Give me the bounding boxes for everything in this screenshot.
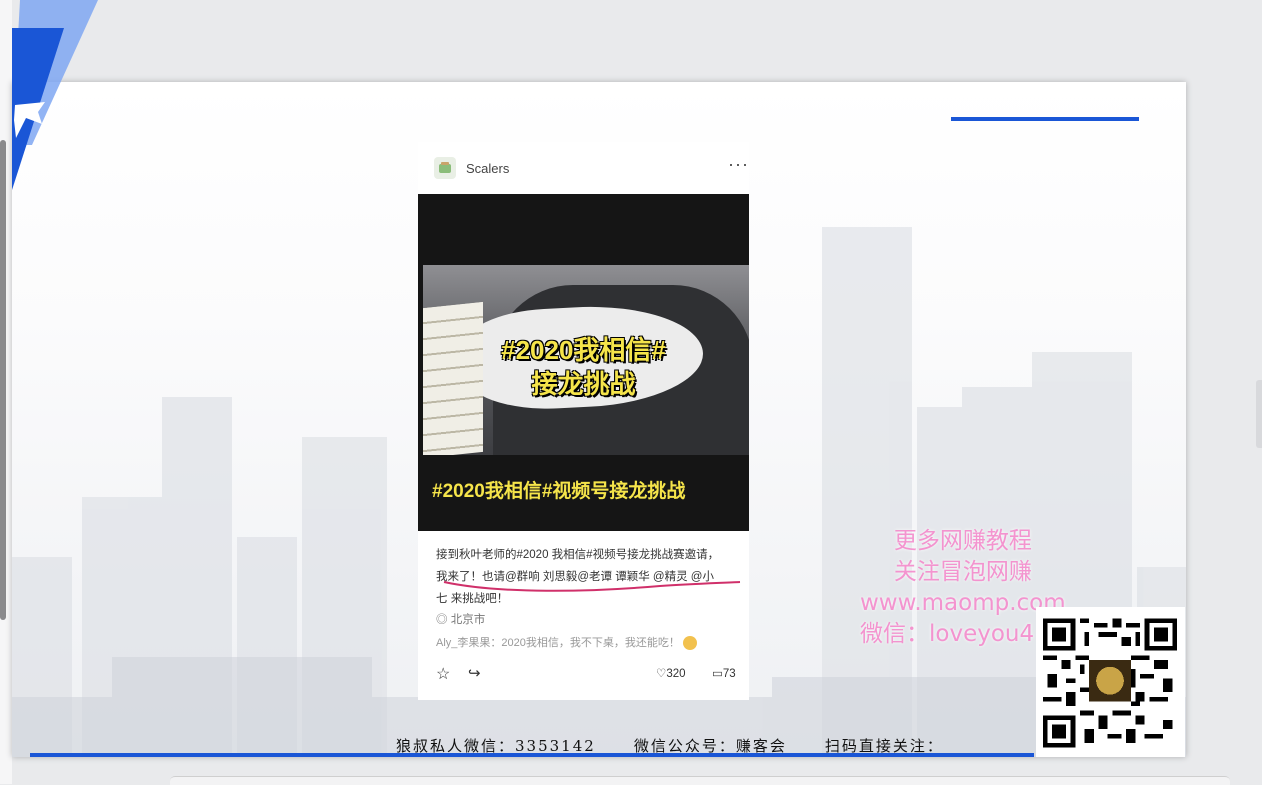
post-actions: ☆ ↪ ♡320 ▭73 [436, 664, 746, 684]
watermark-line: 关注冒泡网赚 [893, 559, 1032, 585]
top-comment[interactable]: Aly_李果果：2020我相信，我不下桌，我还能吃！ [436, 634, 697, 651]
favorite-star-icon[interactable]: ☆ [436, 664, 450, 684]
red-underline-annotation [443, 581, 741, 592]
description-line: 接到秋叶老师的#2020 我相信#视频号接龙挑战赛邀请， [436, 549, 720, 561]
phone-screenshot: Scalers ··· #2020我相信# 接龙挑战 #2020我相信#视频号接… [418, 142, 749, 700]
comment-text: Aly_李果果：2020我相信，我不下桌，我还能吃！ [436, 637, 680, 649]
video-title-line1: #2020我相信# [501, 335, 666, 365]
slide-corner-decoration [12, 0, 98, 190]
watermark-text: 更多网赚教程 关注冒泡网赚 www.maomp.com 微信：loveyou4 [860, 526, 1066, 650]
right-panel-handle[interactable] [1256, 380, 1262, 448]
watermark-line: 更多网赚教程 [893, 528, 1032, 554]
watermark-url: www.maomp.com [860, 590, 1066, 616]
like-button[interactable]: ♡320 [656, 666, 686, 680]
location[interactable]: ◎ 北京市 [436, 611, 485, 627]
like-count: 320 [666, 668, 686, 680]
more-options-icon[interactable]: ··· [728, 154, 749, 175]
share-icon[interactable]: ↪ [468, 664, 481, 682]
location-text: 北京市 [450, 614, 486, 626]
left-scrollbar[interactable] [0, 140, 6, 620]
post-header: Scalers ··· [418, 142, 749, 194]
location-pin-icon: ◎ [436, 614, 451, 626]
qr-code-panel [1036, 607, 1185, 757]
video-player[interactable]: #2020我相信# 接龙挑战 #2020我相信#视频号接龙挑战 [418, 194, 749, 531]
comment-button[interactable]: ▭73 [712, 666, 736, 680]
account-name[interactable]: Scalers [466, 161, 509, 176]
accent-line-top [951, 117, 1139, 121]
watermark-wechat: 微信：loveyou4 [860, 621, 1035, 647]
comment-count: 73 [722, 668, 736, 680]
accent-line-bottom [30, 753, 1034, 757]
video-caption: #2020我相信#视频号接龙挑战 [432, 481, 686, 502]
qr-code-image[interactable] [1043, 618, 1177, 748]
heart-icon: ♡ [656, 668, 667, 680]
emoji-icon [682, 636, 697, 651]
post-description: 接到秋叶老师的#2020 我相信#视频号接龙挑战赛邀请， 我来了！也请@群响 刘… [436, 544, 741, 610]
video-title-line2: 接龙挑战 [531, 369, 636, 399]
scalers-logo [434, 157, 456, 179]
comment-icon: ▭ [712, 668, 723, 680]
